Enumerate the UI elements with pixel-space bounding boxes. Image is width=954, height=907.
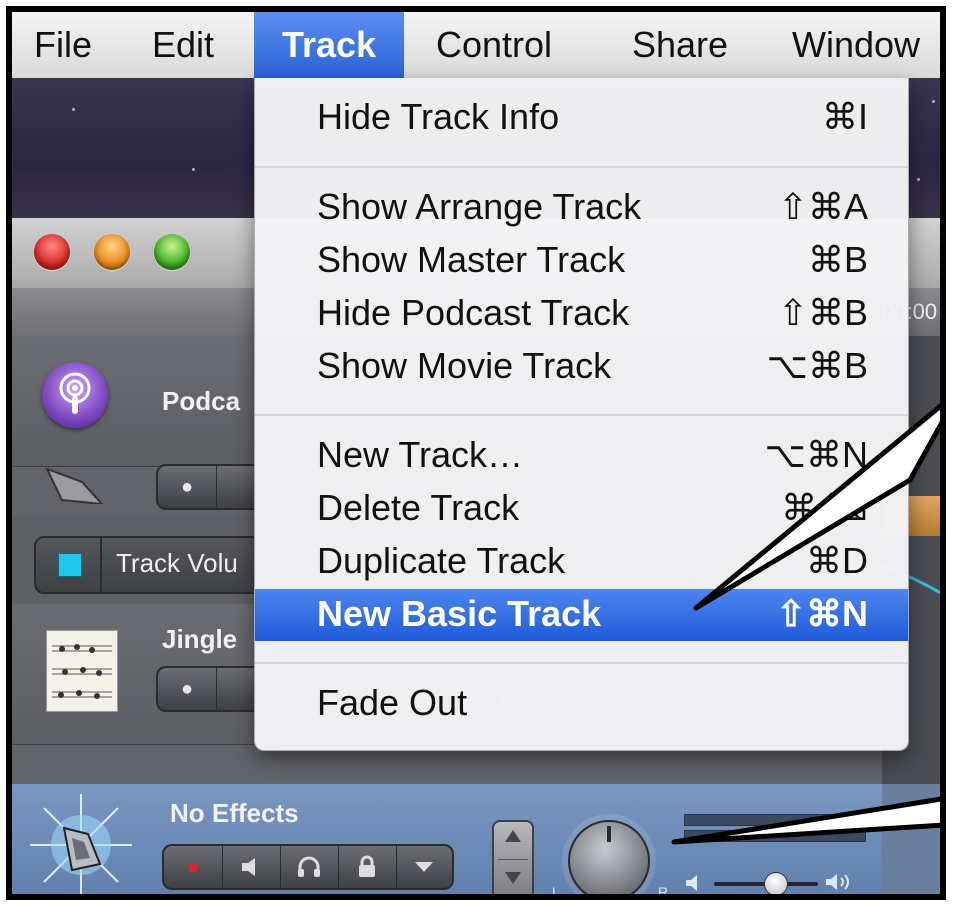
podcast-track-name: Podca	[162, 386, 241, 416]
no-effects-track-row[interactable]: No Effects ● L R	[12, 784, 882, 900]
pan-knob[interactable]	[568, 820, 650, 894]
speaker-loud-icon	[824, 872, 854, 892]
track-expand-button[interactable]	[396, 846, 452, 888]
octave-stepper[interactable]	[492, 820, 534, 894]
selected-track-lane	[882, 784, 940, 894]
menu-item-new-track[interactable]: New Track… ⌥⌘N	[255, 430, 908, 482]
sheet-music-icon	[46, 630, 118, 712]
jingle-track-name: Jingle	[162, 624, 238, 654]
menu-item-show-arrange-track[interactable]: Show Arrange Track ⇧⌘A	[255, 182, 908, 234]
chevron-down-icon[interactable]	[505, 872, 521, 884]
track-volume-swatch	[58, 553, 82, 577]
solo-button[interactable]	[280, 846, 339, 888]
menu-item-delete-track[interactable]: Delete Track ⌘⌫	[255, 483, 908, 535]
menu-window[interactable]: Window	[792, 12, 920, 78]
chevron-up-icon[interactable]	[505, 830, 521, 842]
no-effects-track-controls: ●	[162, 844, 454, 890]
star	[932, 100, 935, 103]
pan-left-label: L	[552, 884, 560, 900]
volume-slider-thumb[interactable]	[764, 872, 788, 894]
record-enable-button[interactable]: ●	[158, 466, 217, 508]
minimize-button[interactable]	[94, 234, 130, 270]
menu-item-show-master-track[interactable]: Show Master Track ⌘B	[255, 235, 908, 287]
lock-button[interactable]	[338, 846, 397, 888]
star	[72, 108, 75, 111]
speaker-icon	[242, 858, 255, 876]
menu-item-hide-track-info[interactable]: Hide Track Info ⌘I	[255, 92, 908, 144]
menu-item-show-movie-track[interactable]: Show Movie Track ⌥⌘B	[255, 341, 908, 393]
menu-bar: File Edit Track Control Share Window	[12, 12, 940, 79]
jingle-track-controls: ●	[156, 666, 270, 712]
star	[192, 168, 195, 171]
menu-file[interactable]: File	[34, 12, 92, 78]
no-effects-track-name: No Effects	[170, 798, 299, 828]
menu-share[interactable]: Share	[632, 12, 728, 78]
menu-edit[interactable]: Edit	[152, 12, 214, 78]
mute-button[interactable]	[222, 846, 281, 888]
menu-item-duplicate-track[interactable]: Duplicate Track ⌘D	[255, 536, 908, 588]
screenshot-frame: File Edit Track Control Share Window Pod…	[6, 6, 946, 900]
close-button[interactable]	[34, 234, 70, 270]
track-volume-label: Track Volu	[116, 548, 238, 578]
star	[917, 178, 920, 181]
record-enable-button[interactable]: ●	[158, 668, 217, 710]
menu-item-hide-podcast-track[interactable]: Hide Podcast Track ⇧⌘B	[255, 288, 908, 340]
menu-track[interactable]: Track	[254, 12, 405, 78]
pan-right-label: R	[658, 884, 669, 900]
menu-item-fade-out[interactable]: Fade Out	[255, 678, 908, 730]
lock-icon	[359, 855, 375, 877]
podcast-icon	[42, 362, 108, 428]
chevron-down-icon	[415, 862, 433, 872]
menu-item-new-basic-track[interactable]: New Basic Track ⇧⌘N	[255, 589, 908, 641]
menu-separator	[255, 166, 908, 168]
level-meter-left	[684, 814, 866, 826]
speaker-icon	[26, 790, 136, 894]
menu-control[interactable]: Control	[436, 12, 552, 78]
track-menu-dropdown: Hide Track Info ⌘I Show Arrange Track ⇧⌘A …	[254, 78, 909, 751]
podcast-track-controls: ●	[156, 464, 270, 510]
headphones-icon	[298, 856, 320, 877]
menu-separator	[255, 662, 908, 664]
level-meter-right	[684, 830, 866, 842]
menu-separator	[255, 414, 908, 416]
speaker-icon	[42, 464, 112, 506]
speaker-icon	[684, 874, 706, 892]
zoom-button[interactable]	[154, 234, 190, 270]
record-enable-button[interactable]: ●	[164, 846, 223, 888]
